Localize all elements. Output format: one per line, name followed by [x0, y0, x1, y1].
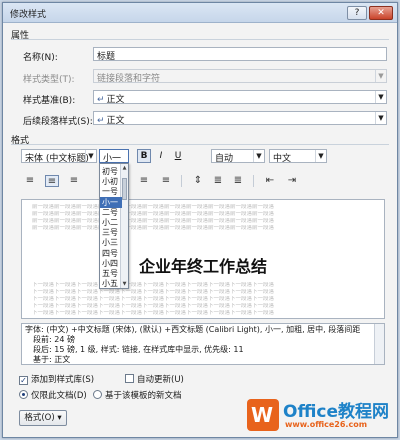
only-this-document-radio[interactable]: 仅限此文档(D)	[19, 389, 87, 401]
bold-button[interactable]: B	[137, 149, 151, 163]
preview-next-paragraph: 下一段落下一段落下一段落下一段落下一段落下一段落下一段落下一段落下一段落下一段落…	[32, 289, 275, 295]
paragraph-mark-icon: ↵	[97, 116, 105, 125]
align-center-icon[interactable]: ≡	[45, 175, 59, 187]
name-input-value: 标题	[97, 52, 116, 61]
description-line: 字体: (中文) +中文标题 (宋体), (默认) +西文标题 (Calibri…	[25, 325, 361, 334]
modify-style-dialog: 修改样式 ? ✕ 属性 名称(N): 标题 样式类型(T): 链接段落和字符 ▼…	[2, 2, 398, 438]
font-value: 宋体 (中文标题)	[25, 154, 89, 164]
preview-next-paragraph: 下一段落下一段落下一段落下一段落下一段落下一段落下一段落下一段落下一段落下一段落…	[32, 282, 275, 288]
font-size-select[interactable]: 小一	[99, 149, 129, 164]
paragraph-mark-icon: ↵	[97, 95, 105, 104]
format-menu-button[interactable]: 格式(O) ▾	[19, 410, 67, 426]
preview-previous-paragraph: 前一段落前一段落前一段落前一段落前一段落前一段落前一段落前一段落前一段落前一段落…	[32, 211, 275, 217]
auto-update-checkbox[interactable]: 自动更新(U)	[125, 373, 184, 385]
preview-next-paragraph: 下一段落下一段落下一段落下一段落下一段落下一段落下一段落下一段落下一段落下一段落…	[32, 303, 275, 309]
help-button[interactable]: ?	[347, 6, 367, 20]
font-size-option[interactable]: 小五	[100, 278, 122, 289]
based-on-label: 样式基准(B):	[23, 96, 76, 106]
preview-next-paragraph: 下一段落下一段落下一段落下一段落下一段落下一段落下一段落下一段落下一段落下一段落…	[32, 296, 275, 302]
following-style-value: 正文	[106, 116, 125, 125]
following-style-select[interactable]: ↵ 正文 ▼	[93, 111, 387, 125]
chevron-down-icon[interactable]: ▼	[253, 150, 264, 162]
description-line: 段前: 24 磅	[33, 335, 75, 344]
font-size-dropdown-list[interactable]: ▲ ▼ 初号 小初 一号 小一 二号 小二 三号 小三 四号 小四 五号 小五	[99, 163, 129, 289]
preview-previous-paragraph: 前一段落前一段落前一段落前一段落前一段落前一段落前一段落前一段落前一段落前一段落…	[32, 204, 275, 210]
decrease-indent-icon[interactable]: ⇤	[263, 175, 277, 187]
underline-button[interactable]: U	[171, 149, 185, 163]
toolbar-separator	[181, 175, 182, 187]
new-documents-radio[interactable]: 基于该模板的新文档	[93, 389, 182, 401]
description-line: 段后: 15 磅, 1 级, 样式: 链接, 在样式库中显示, 优先级: 11	[33, 345, 244, 354]
office-logo-icon	[247, 399, 279, 431]
scroll-down-icon[interactable]: ▼	[121, 280, 128, 288]
italic-button[interactable]: I	[154, 149, 168, 163]
chevron-down-icon[interactable]: ▼	[85, 150, 96, 162]
formatting-divider	[11, 144, 389, 145]
space-before-icon[interactable]: ≣	[231, 175, 245, 187]
font-color-select[interactable]: 自动 ▼	[211, 149, 265, 164]
based-on-select[interactable]: ↵ 正文 ▼	[93, 90, 387, 104]
distribute-icon[interactable]: ≡	[159, 175, 173, 187]
paragraph-spacing-icon[interactable]: ≣	[211, 175, 225, 187]
scroll-thumb[interactable]	[122, 178, 127, 200]
based-on-value: 正文	[106, 95, 125, 104]
watermark: Office教程网 www.office26.com	[247, 397, 397, 439]
only-this-document-label: 仅限此文档(D)	[31, 391, 87, 401]
chevron-down-icon[interactable]: ▼	[315, 150, 326, 162]
radio-selected-icon[interactable]	[19, 390, 28, 399]
script-select[interactable]: 中文 ▼	[269, 149, 327, 164]
increase-indent-icon[interactable]: ⇥	[285, 175, 299, 187]
font-color-value: 自动	[215, 154, 234, 164]
title-bar: 修改样式 ? ✕	[3, 3, 397, 23]
description-line: 基于: 正文	[33, 355, 71, 364]
preview-previous-paragraph: 前一段落前一段落前一段落前一段落前一段落前一段落前一段落前一段落前一段落前一段落…	[32, 218, 275, 224]
name-input[interactable]: 标题	[93, 47, 387, 61]
preview-next-paragraph: 下一段落下一段落下一段落下一段落下一段落下一段落下一段落下一段落下一段落下一段落…	[32, 310, 275, 316]
watermark-url: www.office26.com	[285, 420, 368, 429]
following-style-label: 后续段落样式(S):	[23, 117, 93, 127]
radio-icon[interactable]	[93, 390, 102, 399]
properties-divider	[11, 39, 389, 40]
new-documents-label: 基于该模板的新文档	[105, 391, 182, 401]
line-spacing-icon[interactable]: ⇕	[191, 175, 205, 187]
justify-icon[interactable]: ≡	[137, 175, 151, 187]
add-to-gallery-label: 添加到样式库(S)	[31, 375, 95, 385]
add-to-gallery-checkbox[interactable]: ✓ 添加到样式库(S)	[19, 373, 94, 385]
dialog-title: 修改样式	[10, 10, 47, 20]
checkbox-icon[interactable]	[125, 374, 134, 383]
close-button[interactable]: ✕	[369, 6, 393, 20]
script-value: 中文	[273, 154, 292, 164]
style-type-value: 链接段落和字符	[97, 74, 161, 83]
name-label: 名称(N):	[23, 53, 58, 63]
preview-sample-text: 企业年终工作总结	[138, 257, 267, 276]
description-scrollbar[interactable]	[374, 324, 384, 364]
font-select[interactable]: 宋体 (中文标题) ▼	[21, 149, 97, 164]
style-preview: 前一段落前一段落前一段落前一段落前一段落前一段落前一段落前一段落前一段落前一段落…	[21, 199, 385, 319]
style-type-select: 链接段落和字符 ▼	[93, 69, 387, 83]
auto-update-label: 自动更新(U)	[137, 375, 184, 385]
chevron-down-icon[interactable]: ▼	[375, 112, 386, 124]
scroll-up-icon[interactable]: ▲	[121, 164, 128, 172]
checkbox-checked-icon[interactable]: ✓	[19, 376, 28, 385]
chevron-down-icon[interactable]: ▼	[375, 91, 386, 103]
style-type-label: 样式类型(T):	[23, 75, 75, 85]
preview-previous-paragraph: 前一段落前一段落前一段落前一段落前一段落前一段落前一段落前一段落前一段落前一段落…	[32, 225, 275, 231]
align-left-icon[interactable]: ≡	[23, 175, 37, 187]
watermark-title: Office教程网	[283, 402, 390, 422]
chevron-down-icon: ▼	[375, 70, 386, 82]
toolbar-separator	[253, 175, 254, 187]
align-right-icon[interactable]: ≡	[67, 175, 81, 187]
style-description: 字体: (中文) +中文标题 (宋体), (默认) +西文标题 (Calibri…	[21, 323, 385, 365]
